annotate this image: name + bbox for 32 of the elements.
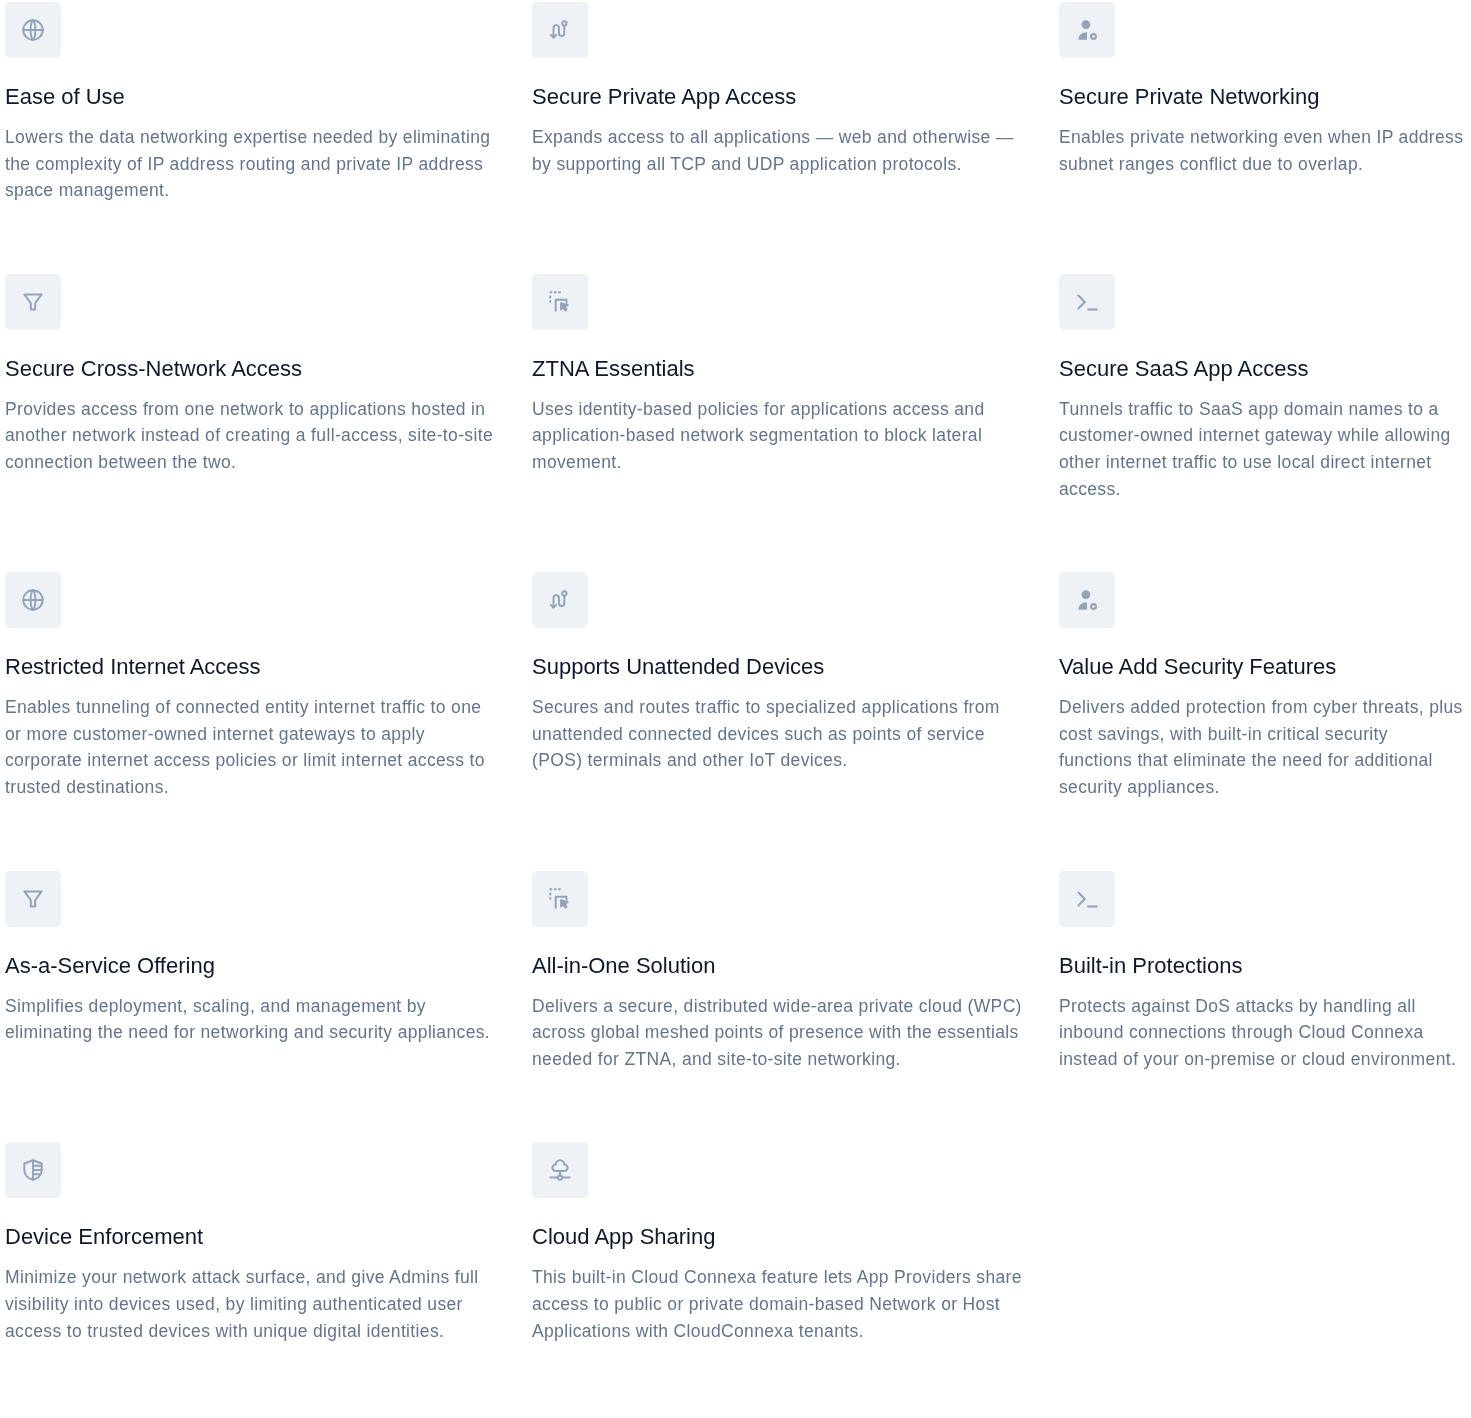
feature-title: Restricted Internet Access [5,653,262,682]
feature-description: Secures and routes traffic to specialized applications from unattended connected devices such as points of service (POS) terminals and other IoT devices. [532,696,1001,773]
feature-description: Delivers added protection from cyber threats, plus cost savings, with built-in critical security functions that eliminate the need for additional security appliances. [1059,696,1464,799]
feature-description: Uses identity-based policies for applications access and application-based network segmentation to block lateral movement. [532,397,986,474]
feature-title: ZTNA Essentials [532,354,696,383]
feature-description: Minimize your network attack surface, and give Admins full visibility into devices used, by limiting authenticated user access to trusted devices with unique digital identities. [5,1266,480,1343]
globe-icon [20,17,46,43]
feature-description: Enables private networking even when IP address subnet ranges conflict due to overlap. [1059,126,1465,176]
feature-title: Value Add Security Features [1059,653,1338,682]
feature-description: Enables tunneling of connected entity internet traffic to one or more customer-owned internet gateways to apply corporate internet access policies or limit internet access to trusted destinations. [5,696,486,799]
feature-description: Protects against DoS attacks by handling all inbound connections through Cloud Connexa instead of your on-premise or cloud environment. [1059,994,1458,1071]
feature-title: Cloud App Sharing [532,1223,717,1252]
feature-title: As-a-Service Offering [5,951,216,980]
feature-description: Lowers the data networking expertise needed by eliminating the complexity of IP address routing and private IP address space management. [5,126,492,203]
feature-description: Simplifies deployment, scaling, and management by eliminating the need for networking and security appliances. [5,994,492,1045]
feature-title: Supports Unattended Devices [532,653,826,682]
shield-icon [20,1157,46,1184]
feature-description: Tunnels traffic to SaaS app domain names to a customer-owned internet gateway while allowing other internet traffic to use local direct internet access. [1059,397,1452,501]
feature-title: Secure Private Networking [1059,83,1321,111]
cloud-network-icon [547,1157,573,1184]
feature-description: Provides access from one network to applications hosted in another network instead of creating a full-access, site-to-site connection between the two. [5,397,494,474]
feature-description: Expands access to all applications — web and otherwise — by supporting all TCP and UDP application protocols. [532,126,1015,176]
feature-title: Secure Cross-Network Access [5,354,304,383]
feature-title: Secure SaaS App Access [1059,354,1310,383]
globe-icon [20,587,46,614]
feature-title: All-in-One Solution [532,951,717,980]
feature-description: Delivers a secure, distributed wide-area private cloud (WPC) across global meshed points of presence with the essentials needed for ZTNA, and site-to-site networking. [532,994,1023,1071]
feature-description: This built-in Cloud Connexa feature lets App Providers share access to public or private domain-based Network or Host Applications with CloudConnexa tenants. [532,1266,1023,1343]
feature-title: Ease of Use [5,83,126,111]
feature-title: Built-in Protections [1059,951,1244,980]
feature-title: Secure Private App Access [532,83,798,111]
feature-title: Device Enforcement [5,1223,205,1252]
